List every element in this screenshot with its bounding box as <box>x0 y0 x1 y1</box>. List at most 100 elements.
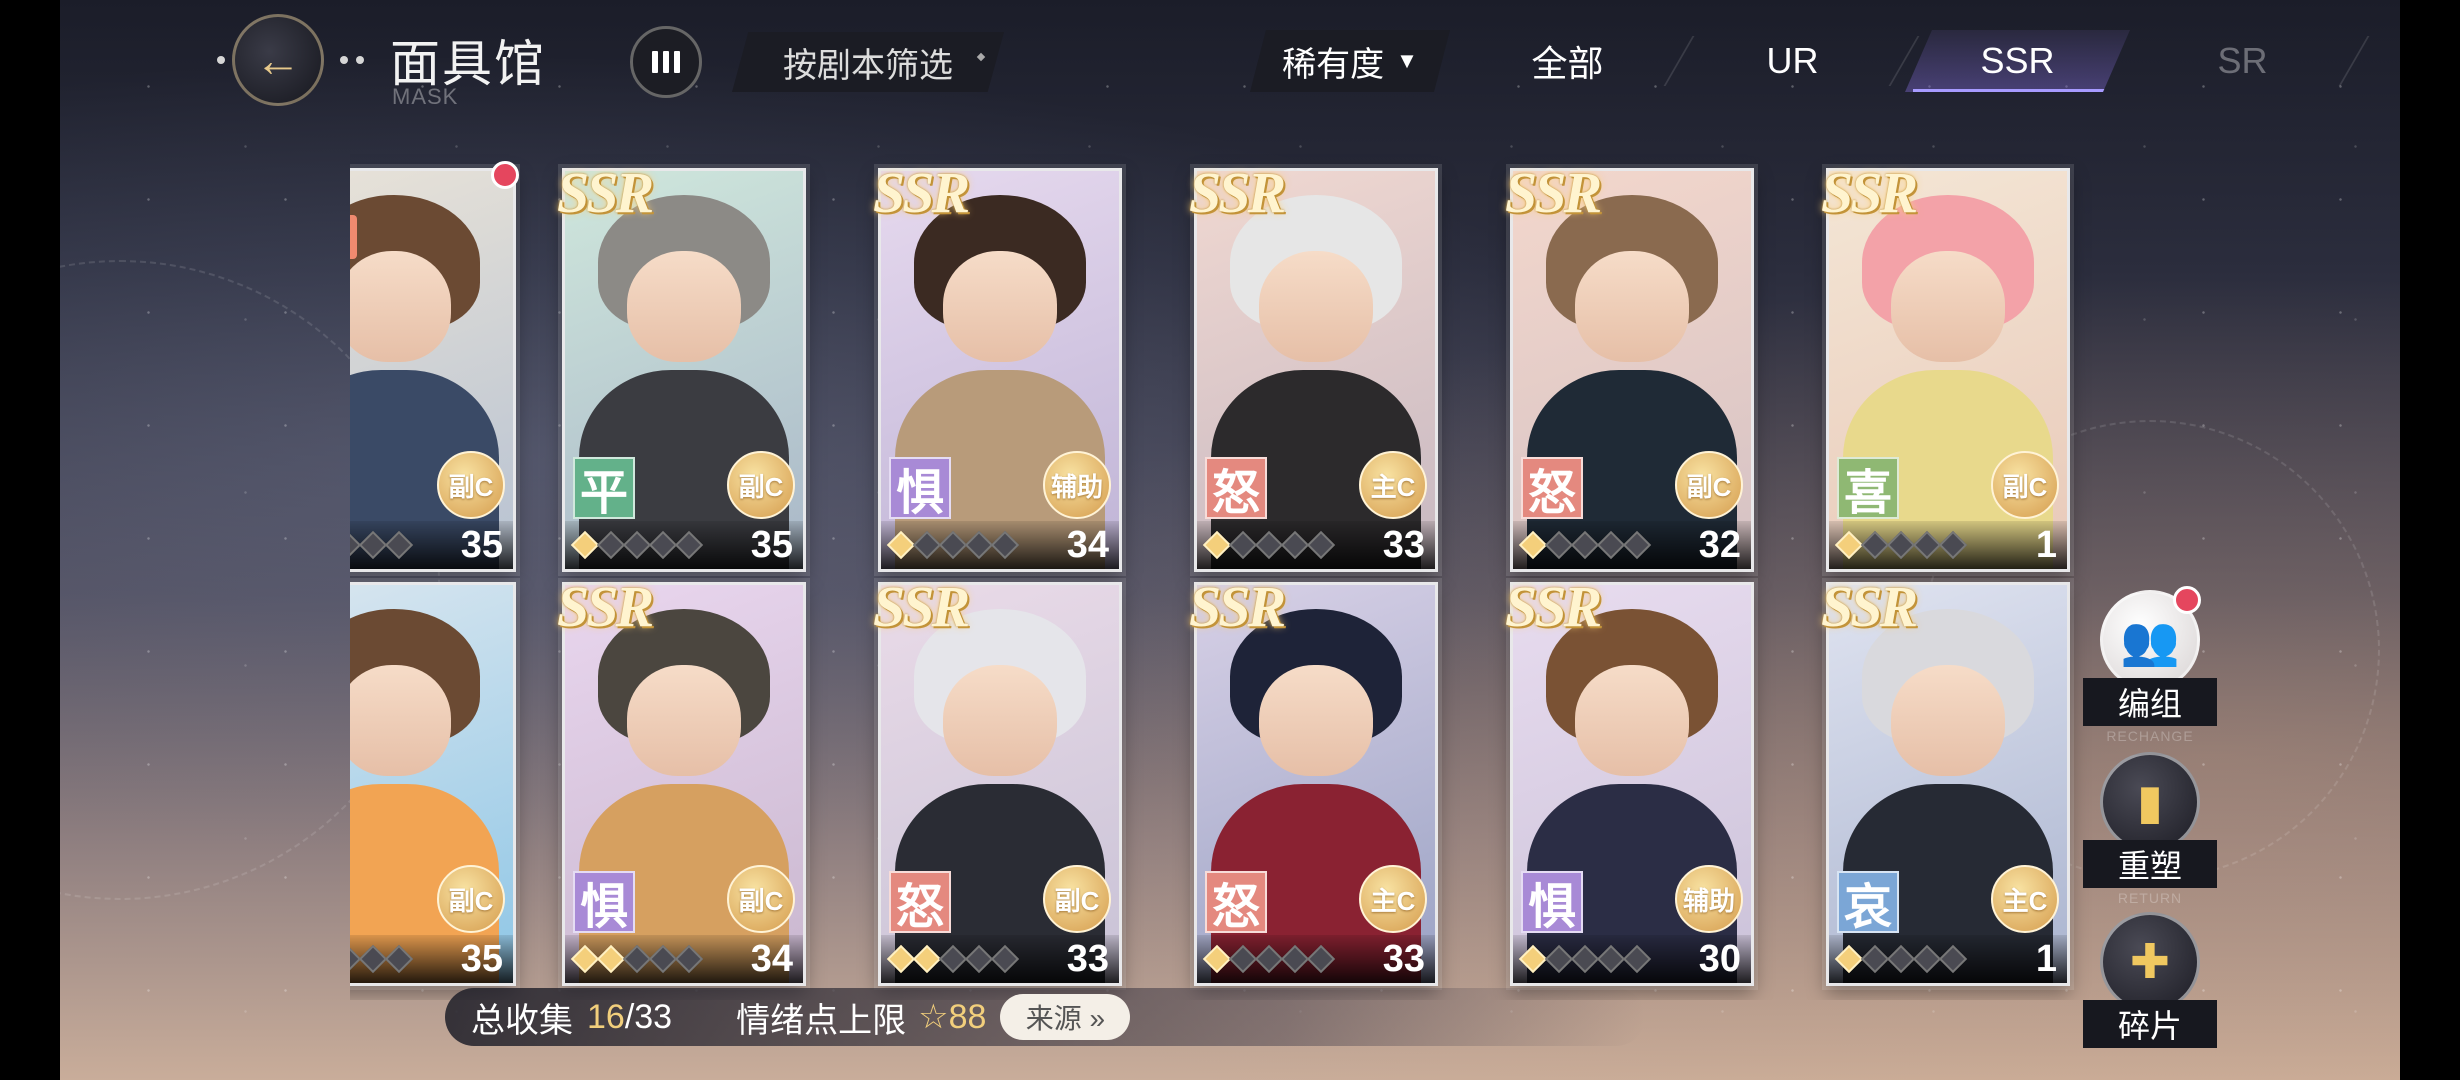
reshape-button[interactable]: ▮ 重塑 RETURN <box>2075 752 2225 906</box>
emotion-tag: 怒 <box>1205 457 1267 520</box>
group-button[interactable]: 👥 编组 RECHANGE <box>2075 586 2225 744</box>
rarity-badge: SSR <box>1189 574 1286 639</box>
card-footer: 33 <box>881 935 1119 983</box>
emotion-tag: 怒 <box>1205 871 1267 934</box>
role-badge: 主C <box>1359 451 1427 519</box>
rank-diamond-icon <box>886 530 916 560</box>
star-rank <box>350 944 414 974</box>
rank-diamond-icon <box>1938 530 1968 560</box>
mask-card[interactable]: SSR 怒 主C 33 <box>1189 160 1438 572</box>
star-rank <box>886 530 1020 560</box>
card-level: 33 <box>1382 937 1425 980</box>
collect-current: 16 <box>587 997 625 1036</box>
card-footer: 34 <box>881 521 1119 569</box>
emotion-tag: 怒 <box>1521 457 1583 520</box>
mask-card[interactable]: SSR 哀 主C 1 <box>1821 574 2070 986</box>
collect-label: 总收集 <box>471 1001 573 1040</box>
fragment-button[interactable]: ✚ 碎片 <box>2075 912 2225 1048</box>
card-level: 1 <box>2035 523 2057 566</box>
tab-ur[interactable]: UR <box>1680 30 1905 92</box>
card-level: 35 <box>750 523 793 566</box>
mask-card[interactable]: SSR 喜 副C 1 <box>1821 160 2070 572</box>
group-label: 编组 <box>2083 678 2217 726</box>
notification-dot <box>2173 586 2201 614</box>
mask-card[interactable]: 副C 35 <box>350 582 516 986</box>
rarity-dropdown[interactable]: 稀有度 ▼ <box>1250 30 1450 92</box>
role-badge: 副C <box>437 865 505 933</box>
mask-card[interactable]: SSR 平 副C 35 <box>557 160 806 572</box>
rank-diamond-icon <box>1202 944 1232 974</box>
mask-card[interactable]: SSR 惧 副C 34 <box>557 574 806 986</box>
puzzle-icon: ✚ <box>2100 912 2200 1012</box>
caret-down-icon: ▼ <box>1396 48 1418 73</box>
left-letterbox <box>0 0 60 1080</box>
card-level: 35 <box>460 937 503 980</box>
decor-dot <box>217 56 225 64</box>
back-button[interactable]: ← <box>232 14 324 106</box>
role-badge: 副C <box>727 451 795 519</box>
rank-diamond-icon <box>1518 944 1548 974</box>
card-footer: 34 <box>565 935 803 983</box>
preferred-badge: 首选 <box>350 215 358 259</box>
rank-diamond-icon <box>622 944 652 974</box>
card-level: 35 <box>460 523 503 566</box>
card-footer: 32 <box>1513 521 1751 569</box>
mask-card[interactable]: SSR 怒 主C 33 <box>1189 574 1438 986</box>
rank-diamond-icon <box>1834 530 1864 560</box>
tab-sr[interactable]: SR <box>2130 30 2355 92</box>
group-sublabel: RECHANGE <box>2106 728 2194 744</box>
rank-diamond-icon <box>1596 530 1626 560</box>
star-icon: ☆ <box>918 998 949 1036</box>
decor-dot <box>356 56 364 64</box>
tab-ssr[interactable]: SSR <box>1905 30 2130 92</box>
rank-diamond-icon <box>622 530 652 560</box>
card-level: 34 <box>750 937 793 980</box>
emotion-tag: 惧 <box>573 871 635 934</box>
fragment-label: 碎片 <box>2083 1000 2217 1048</box>
emotion-cap-label: 情绪点上限 <box>736 1001 907 1040</box>
card-footer: 35 <box>350 935 513 983</box>
source-button[interactable]: 来源 » <box>1000 994 1131 1040</box>
card-footer: 35 <box>565 521 803 569</box>
rarity-badge: SSR <box>1189 160 1286 225</box>
card-footer: 33 <box>1197 521 1435 569</box>
grid-view-icon <box>652 51 680 73</box>
view-toggle-button[interactable] <box>630 26 702 98</box>
rank-diamond-icon <box>1544 944 1574 974</box>
rank-diamond-icon <box>648 530 678 560</box>
star-rank <box>570 944 704 974</box>
rank-diamond-icon <box>990 530 1020 560</box>
reshape-sublabel: RETURN <box>2117 890 2183 906</box>
reshape-label: 重塑 <box>2083 840 2217 888</box>
rarity-badge: SSR <box>557 574 654 639</box>
rank-diamond-icon <box>1254 944 1284 974</box>
star-rank <box>1518 944 1652 974</box>
rank-diamond-icon <box>964 530 994 560</box>
mask-card[interactable]: SSR 惧 辅助 34 <box>873 160 1122 572</box>
star-rank <box>1834 944 1968 974</box>
mask-card[interactable]: SSR 怒 副C 32 <box>1505 160 1754 572</box>
rarity-badge: SSR <box>1505 160 1602 225</box>
rank-diamond-icon <box>1834 944 1864 974</box>
tab-all[interactable]: 全部 <box>1455 30 1680 92</box>
rarity-dropdown-label: 稀有度 <box>1282 45 1385 84</box>
rank-diamond-icon <box>674 530 704 560</box>
mask-card[interactable]: SSR 怒 副C 33 <box>873 574 1122 986</box>
card-level: 1 <box>2035 937 2057 980</box>
mask-card[interactable]: 首选副C35 <box>350 161 519 572</box>
filter-by-script-button[interactable]: 按剧本筛选 <box>732 32 1004 92</box>
role-badge: 辅助 <box>1675 865 1743 933</box>
rank-diamond-icon <box>648 944 678 974</box>
rank-diamond-icon <box>1280 944 1310 974</box>
star-rank <box>886 944 1020 974</box>
rarity-badge: SSR <box>873 160 970 225</box>
rank-diamond-icon <box>384 944 414 974</box>
rank-diamond-icon <box>912 530 942 560</box>
collection-summary-bar: 总收集 16 /33 情绪点上限 ☆ 88 来源 » <box>445 988 1645 1046</box>
mask-card[interactable]: SSR 惧 辅助 30 <box>1505 574 1754 986</box>
rarity-badge: SSR <box>1821 574 1918 639</box>
rank-diamond-icon <box>1860 530 1890 560</box>
top-bar: ← 面具馆 MASK 按剧本筛选 稀有度 ▼ 全部 UR SSR SR <box>60 0 2400 120</box>
card-level: 30 <box>1698 937 1741 980</box>
rarity-badge: SSR <box>1821 160 1918 225</box>
